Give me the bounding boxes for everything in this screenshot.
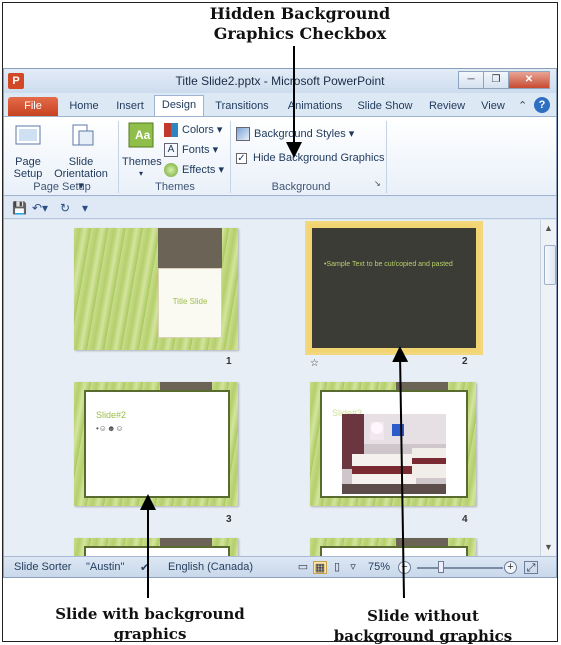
annotation-arrows	[140, 46, 409, 599]
arrow-to-slide-2	[392, 346, 409, 599]
